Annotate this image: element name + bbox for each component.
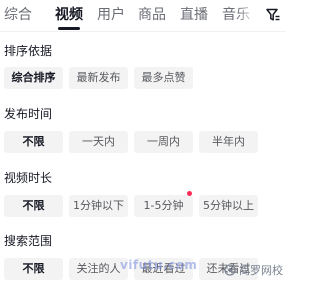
duration-section-title: 视频时长 <box>4 171 53 185</box>
sort-option-latest[interactable]: 最新发布 <box>69 67 128 89</box>
tab-live[interactable]: 直播 <box>180 6 208 24</box>
active-tab-indicator <box>58 27 80 30</box>
brand-logo-icon <box>224 264 236 276</box>
duration-option-under-1min[interactable]: 1分钟以下 <box>69 195 128 217</box>
new-badge-dot <box>187 191 192 196</box>
sort-option-most-liked[interactable]: 最多点赞 <box>134 67 193 89</box>
publish-time-section-title: 发布时间 <box>4 107 53 121</box>
brand-watermark: 简罗网校 <box>224 262 283 278</box>
brand-label: 简罗网校 <box>239 264 283 277</box>
duration-option-any[interactable]: 不限 <box>4 195 63 217</box>
sort-option-comprehensive[interactable]: 综合排序 <box>4 67 63 89</box>
tab-overflow-fade <box>236 0 264 30</box>
watermark-text: vifutu.com <box>120 258 198 272</box>
publish-time-option-any[interactable]: 不限 <box>4 131 63 153</box>
duration-option-over-5min[interactable]: 5分钟以上 <box>199 195 258 217</box>
tab-users[interactable]: 用户 <box>97 6 125 24</box>
publish-time-option-one-week[interactable]: 一周内 <box>134 131 193 153</box>
funnel-filter-icon[interactable] <box>265 7 281 23</box>
duration-option-1-5min[interactable]: 1-5分钟 <box>134 195 193 217</box>
tab-comprehensive[interactable]: 综合 <box>4 6 32 24</box>
publish-time-option-half-year[interactable]: 半年内 <box>199 131 258 153</box>
sort-section-title: 排序依据 <box>4 44 53 58</box>
scope-section-title: 搜索范围 <box>4 234 53 248</box>
tab-divider <box>0 31 286 32</box>
tab-video[interactable]: 视频 <box>55 6 83 24</box>
scope-option-any[interactable]: 不限 <box>4 258 63 280</box>
tab-products[interactable]: 商品 <box>138 6 166 24</box>
publish-time-option-one-day[interactable]: 一天内 <box>69 131 128 153</box>
search-tab-bar: 综合 视频 用户 商品 直播 音乐 <box>0 0 286 30</box>
